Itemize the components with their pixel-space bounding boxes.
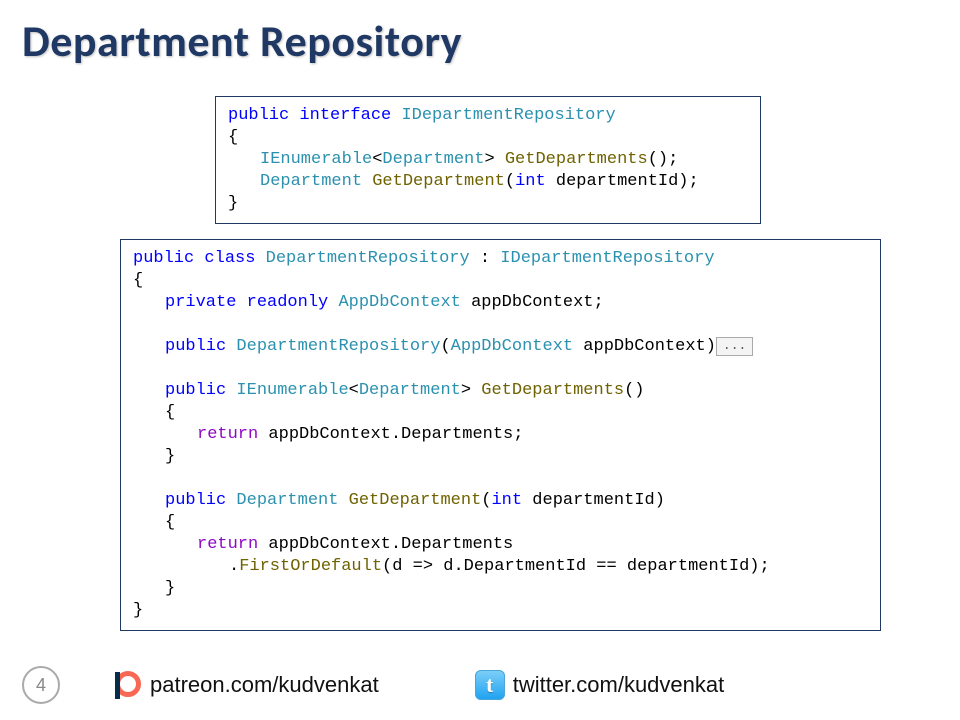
type-departmentrepository: DepartmentRepository xyxy=(266,249,470,268)
type-department: Department xyxy=(260,172,362,191)
kw-public: public xyxy=(165,337,226,356)
kw-return: return xyxy=(197,535,258,554)
type-ienumerable: IEnumerable xyxy=(236,381,348,400)
method-getdepartments: GetDepartments xyxy=(505,150,648,169)
type-idepartmentrepository: IDepartmentRepository xyxy=(500,249,714,268)
method-firstordefault: FirstOrDefault xyxy=(239,557,382,576)
kw-int: int xyxy=(515,172,546,191)
param-departmentid: departmentId xyxy=(556,172,678,191)
type-department: Department xyxy=(382,150,484,169)
code-fold-icon[interactable]: ... xyxy=(716,337,753,356)
code-block-interface: public interface IDepartmentRepository {… xyxy=(215,96,761,224)
patreon-icon xyxy=(112,670,142,700)
type-ienumerable: IEnumerable xyxy=(260,150,372,169)
twitter-icon: t xyxy=(475,670,505,700)
kw-public: public xyxy=(133,249,194,268)
twitter-glyph: t xyxy=(486,672,493,698)
lambda-expr: (d => d.DepartmentId == departmentId); xyxy=(382,557,770,576)
expr-line1: appDbContext.Departments xyxy=(268,535,513,554)
kw-readonly: readonly xyxy=(247,293,329,312)
type-department: Department xyxy=(359,381,461,400)
kw-int: int xyxy=(491,491,522,510)
kw-private: private xyxy=(165,293,236,312)
code-block-class: public class DepartmentRepository : IDep… xyxy=(120,239,881,631)
param-departmentid: departmentId xyxy=(532,491,654,510)
kw-public: public xyxy=(228,106,289,125)
dot: . xyxy=(229,557,239,576)
type-appdbcontext: AppDbContext xyxy=(338,293,460,312)
kw-return: return xyxy=(197,425,258,444)
field-appdbcontext: appDbContext xyxy=(471,293,593,312)
slide-title: Department Repository xyxy=(22,14,960,68)
ctor-name: DepartmentRepository xyxy=(236,337,440,356)
type-idepartmentrepository: IDepartmentRepository xyxy=(401,106,615,125)
param-appdbcontext: appDbContext xyxy=(583,337,705,356)
method-getdepartment: GetDepartment xyxy=(349,491,482,510)
method-getdepartments: GetDepartments xyxy=(481,381,624,400)
kw-public: public xyxy=(165,491,226,510)
kw-public: public xyxy=(165,381,226,400)
slide-footer: 4 patreon.com/kudvenkat t twitter.com/ku… xyxy=(22,666,938,704)
kw-interface: interface xyxy=(299,106,391,125)
type-department: Department xyxy=(236,491,338,510)
kw-class: class xyxy=(204,249,255,268)
expr-appdbcontext-departments: appDbContext.Departments xyxy=(268,425,513,444)
page-number: 4 xyxy=(36,675,46,696)
patreon-link[interactable]: patreon.com/kudvenkat xyxy=(150,672,379,698)
twitter-link[interactable]: twitter.com/kudvenkat xyxy=(513,672,725,698)
page-number-badge: 4 xyxy=(22,666,60,704)
type-appdbcontext: AppDbContext xyxy=(451,337,573,356)
method-getdepartment: GetDepartment xyxy=(372,172,505,191)
